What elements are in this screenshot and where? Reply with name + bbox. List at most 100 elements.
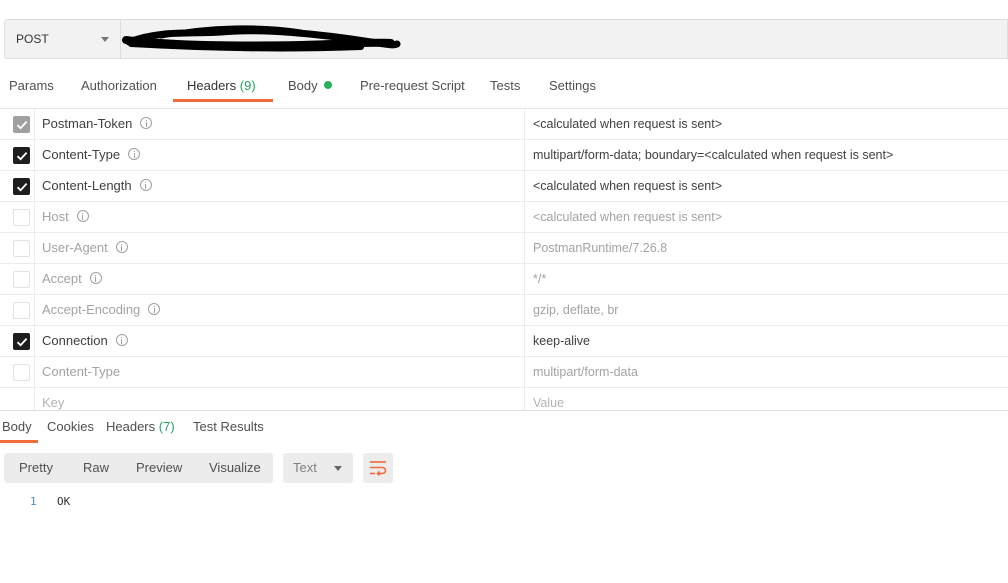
header-checkbox[interactable]	[13, 178, 30, 195]
checkbox-cell	[0, 357, 35, 387]
active-tab-underline	[0, 440, 38, 443]
tab-label: Authorization	[81, 78, 157, 93]
wrap-lines-button[interactable]	[363, 453, 393, 483]
method-label: POST	[16, 32, 49, 46]
tab-authorization[interactable]: Authorization	[81, 70, 157, 102]
checkmark-icon	[16, 182, 28, 192]
checkbox-cell	[0, 326, 35, 356]
header-checkbox[interactable]	[13, 333, 30, 350]
header-value-cell[interactable]: PostmanRuntime/7.26.8	[526, 233, 1008, 263]
new-header-row: Key Value	[0, 388, 1008, 411]
header-value-cell[interactable]: <calculated when request is sent>	[526, 171, 1008, 201]
tab-params[interactable]: Params	[9, 70, 54, 102]
response-tab-headers[interactable]: Headers (7)	[106, 413, 175, 443]
header-value-cell[interactable]: keep-alive	[526, 326, 1008, 356]
tab-label: Settings	[549, 78, 596, 93]
response-body-text[interactable]: OK	[57, 494, 70, 510]
method-select[interactable]: POST	[4, 19, 120, 59]
tab-settings[interactable]: Settings	[549, 70, 596, 102]
header-key-cell[interactable]: Accept	[35, 264, 525, 294]
table-row: User-Agent PostmanRuntime/7.26.8	[0, 233, 1008, 264]
visualize-button[interactable]: Visualize	[209, 453, 261, 483]
header-checkbox[interactable]	[13, 209, 30, 226]
response-divider[interactable]	[0, 410, 1008, 411]
table-row: Postman-Token <calculated when request i…	[0, 109, 1008, 140]
header-value-cell[interactable]: multipart/form-data	[526, 357, 1008, 387]
checkbox-cell	[0, 264, 35, 294]
raw-button[interactable]: Raw	[83, 453, 109, 483]
table-row: Accept-Encoding gzip, deflate, br	[0, 295, 1008, 326]
chevron-down-icon	[334, 466, 342, 471]
tab-label: Body	[288, 78, 318, 93]
checkmark-icon	[16, 151, 28, 161]
header-key-cell[interactable]: Content-Type	[35, 357, 525, 387]
header-checkbox[interactable]	[13, 271, 30, 288]
tab-tests[interactable]: Tests	[490, 70, 520, 102]
checkbox-cell	[0, 140, 35, 170]
info-icon[interactable]	[115, 241, 128, 253]
format-type-select[interactable]: Text	[283, 453, 353, 483]
request-bar: POST	[4, 19, 1008, 59]
url-input[interactable]	[120, 19, 1008, 59]
header-value-cell[interactable]: <calculated when request is sent>	[526, 202, 1008, 232]
tab-label: Pre-request Script	[360, 78, 465, 93]
tab-headers[interactable]: Headers (9)	[173, 70, 273, 102]
info-icon[interactable]	[76, 210, 89, 222]
value-placeholder: Value	[533, 396, 565, 410]
preview-button[interactable]: Preview	[136, 453, 182, 483]
header-key-cell[interactable]: Accept-Encoding	[35, 295, 525, 325]
header-value-cell[interactable]: */*	[526, 264, 1008, 294]
response-tabs: Body Cookies Headers (7) Test Results	[0, 413, 1008, 443]
tab-pre-request-script[interactable]: Pre-request Script	[360, 70, 465, 102]
response-tab-test-results[interactable]: Test Results	[193, 413, 264, 443]
header-key: User-Agent	[42, 240, 108, 255]
header-key-cell[interactable]: Host	[35, 202, 525, 232]
header-key-cell[interactable]: Content-Length	[35, 171, 525, 201]
info-icon[interactable]	[115, 334, 128, 346]
header-key-cell[interactable]: Content-Type	[35, 140, 525, 170]
info-icon[interactable]	[89, 272, 102, 284]
tab-count: (9)	[239, 78, 256, 93]
table-row: Content-Type multipart/form-data	[0, 357, 1008, 388]
info-icon[interactable]	[128, 148, 141, 160]
header-value-cell[interactable]: multipart/form-data; boundary=<calculate…	[526, 140, 1008, 170]
checkbox-cell	[0, 109, 35, 139]
pretty-button[interactable]: Pretty	[19, 453, 53, 483]
header-value: PostmanRuntime/7.26.8	[533, 241, 668, 255]
header-key: Postman-Token	[42, 116, 133, 131]
info-icon[interactable]	[140, 117, 153, 129]
header-checkbox[interactable]	[13, 240, 30, 257]
header-key-cell[interactable]: Connection	[35, 326, 525, 356]
info-icon[interactable]	[148, 303, 161, 315]
header-key: Content-Length	[42, 178, 132, 193]
header-checkbox[interactable]	[13, 147, 30, 164]
key-placeholder: Key	[42, 395, 65, 410]
format-button-group: Pretty Raw Preview Visualize	[4, 453, 273, 483]
response-tab-cookies[interactable]: Cookies	[47, 413, 94, 443]
tab-label: Cookies	[47, 419, 94, 434]
info-icon[interactable]	[139, 179, 152, 191]
redaction-scribble	[122, 25, 401, 52]
header-value-cell[interactable]: <calculated when request is sent>	[526, 109, 1008, 139]
body-indicator-dot	[323, 81, 332, 89]
header-checkbox[interactable]	[13, 116, 30, 133]
header-checkbox[interactable]	[13, 302, 30, 319]
header-value: gzip, deflate, br	[533, 303, 619, 317]
checkmark-icon	[16, 337, 28, 347]
tab-body[interactable]: Body	[288, 70, 332, 102]
header-key-cell[interactable]: User-Agent	[35, 233, 525, 263]
response-tab-body[interactable]: Body	[0, 413, 38, 443]
header-checkbox[interactable]	[13, 364, 30, 381]
table-row: Accept */*	[0, 264, 1008, 295]
header-key: Connection	[42, 333, 108, 348]
header-key-cell[interactable]: Postman-Token	[35, 109, 525, 139]
line-number: 1	[30, 495, 37, 508]
header-key: Content-Type	[42, 147, 121, 162]
new-header-key-input[interactable]: Key	[35, 388, 525, 411]
header-value-cell[interactable]: gzip, deflate, br	[526, 295, 1008, 325]
new-header-value-input[interactable]: Value	[526, 388, 1008, 411]
tab-label: Body	[2, 419, 32, 434]
checkmark-icon	[16, 120, 28, 130]
checkbox-cell	[0, 295, 35, 325]
checkbox-cell	[0, 171, 35, 201]
